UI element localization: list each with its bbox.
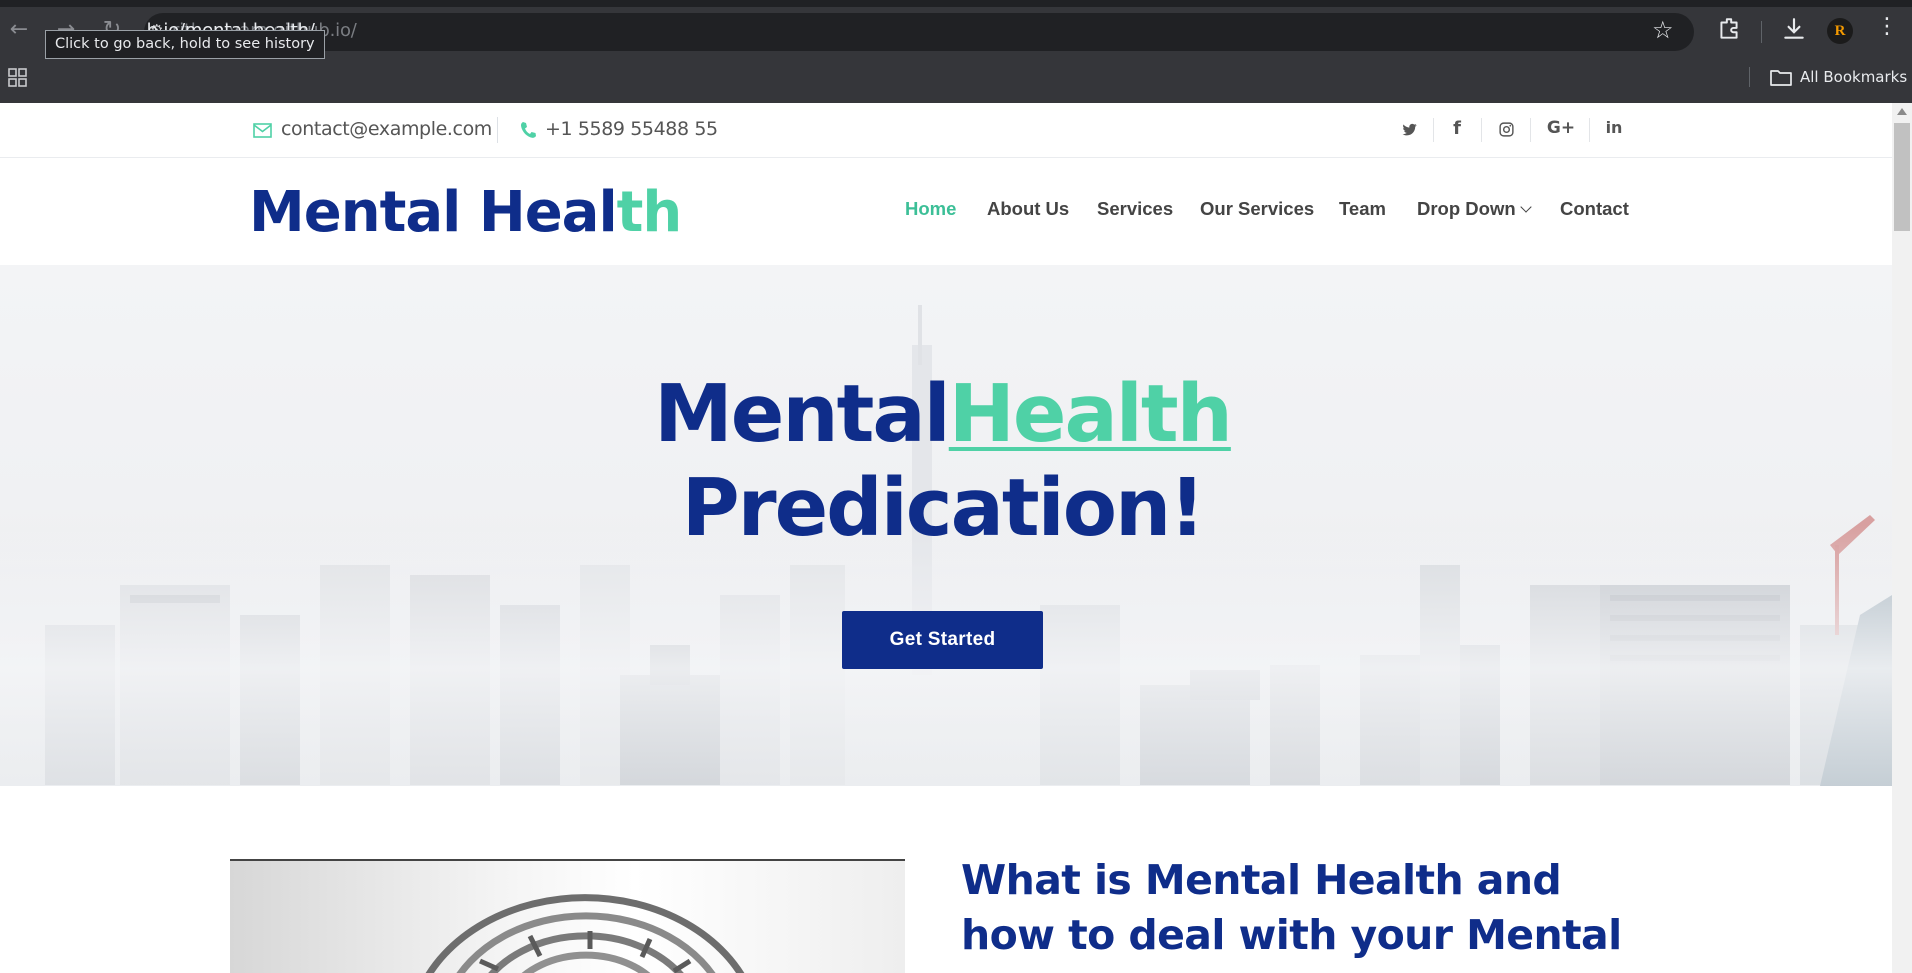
logo-text-main: Mental Heal	[249, 180, 618, 245]
social-separator	[1589, 118, 1590, 142]
bookmark-star-icon[interactable]: ☆	[1652, 16, 1674, 44]
bookmarks-separator	[1749, 67, 1750, 87]
topbar: contact@example.com +1 5589 55488 55 f G…	[0, 103, 1892, 158]
page-viewport: contact@example.com +1 5589 55488 55 f G…	[0, 103, 1892, 973]
logo-text-accent: th	[616, 180, 683, 245]
about-title: What is Mental Health and how to deal wi…	[961, 856, 1622, 959]
linkedin-icon[interactable]: in	[1603, 118, 1625, 142]
browser-menu-icon[interactable]: ⋮	[1876, 14, 1898, 39]
hero-section: MentalHealth Predication! Get Started	[0, 265, 1892, 786]
social-separator	[1481, 118, 1482, 142]
extensions-icon[interactable]	[1716, 16, 1742, 42]
site-logo[interactable]: Mental Health	[249, 180, 683, 245]
profile-avatar[interactable]: R	[1827, 18, 1853, 44]
envelope-icon	[253, 123, 272, 138]
apps-grid-icon[interactable]	[8, 68, 28, 88]
site-header: Mental Health Home About Us Services Our…	[0, 159, 1892, 266]
nav-services[interactable]: Services	[1097, 198, 1173, 220]
google-plus-icon[interactable]: G+	[1545, 118, 1577, 142]
chevron-down-icon	[1519, 201, 1532, 213]
nav-home[interactable]: Home	[905, 198, 956, 220]
scroll-up-arrow-icon[interactable]	[1897, 108, 1907, 115]
nav-drop-down[interactable]: Drop Down	[1417, 198, 1532, 220]
nav-drop-down-label: Drop Down	[1417, 198, 1516, 219]
contact-email[interactable]: contact@example.com	[281, 118, 492, 140]
nav-team[interactable]: Team	[1339, 198, 1386, 220]
scrollbar-thumb[interactable]	[1894, 123, 1910, 231]
hero-title-part2: Health	[948, 368, 1233, 460]
back-button-tooltip: Click to go back, hold to see history	[45, 30, 325, 59]
nav-contact[interactable]: Contact	[1560, 198, 1629, 220]
download-icon[interactable]	[1781, 16, 1807, 42]
contact-phone[interactable]: +1 5589 55488 55	[545, 118, 718, 140]
hero-title-part1: Mental	[654, 368, 951, 460]
social-separator	[1530, 118, 1531, 142]
page-scrollbar[interactable]	[1892, 103, 1912, 973]
instagram-icon[interactable]	[1495, 118, 1517, 142]
twitter-icon[interactable]	[1399, 118, 1419, 142]
facebook-icon[interactable]: f	[1447, 118, 1467, 142]
folder-icon[interactable]	[1770, 68, 1792, 86]
nav-about-us[interactable]: About Us	[987, 198, 1069, 220]
get-started-button[interactable]: Get Started	[842, 611, 1043, 669]
about-image	[230, 859, 905, 973]
hero-title-line-2: Predication!	[681, 462, 1206, 554]
topbar-divider	[497, 117, 498, 143]
social-separator	[1433, 118, 1434, 142]
nav-our-services[interactable]: Our Services	[1200, 198, 1314, 220]
phone-icon	[520, 122, 536, 138]
toolbar-separator	[1761, 21, 1762, 43]
hero-title-line-1: MentalHealth	[0, 369, 1885, 459]
all-bookmarks-label[interactable]: All Bookmarks	[1800, 68, 1907, 86]
maze-graphic	[425, 894, 745, 973]
address-bar[interactable]	[144, 13, 1694, 51]
tab-strip	[0, 0, 1912, 7]
back-arrow-icon[interactable]: ←	[3, 14, 35, 46]
